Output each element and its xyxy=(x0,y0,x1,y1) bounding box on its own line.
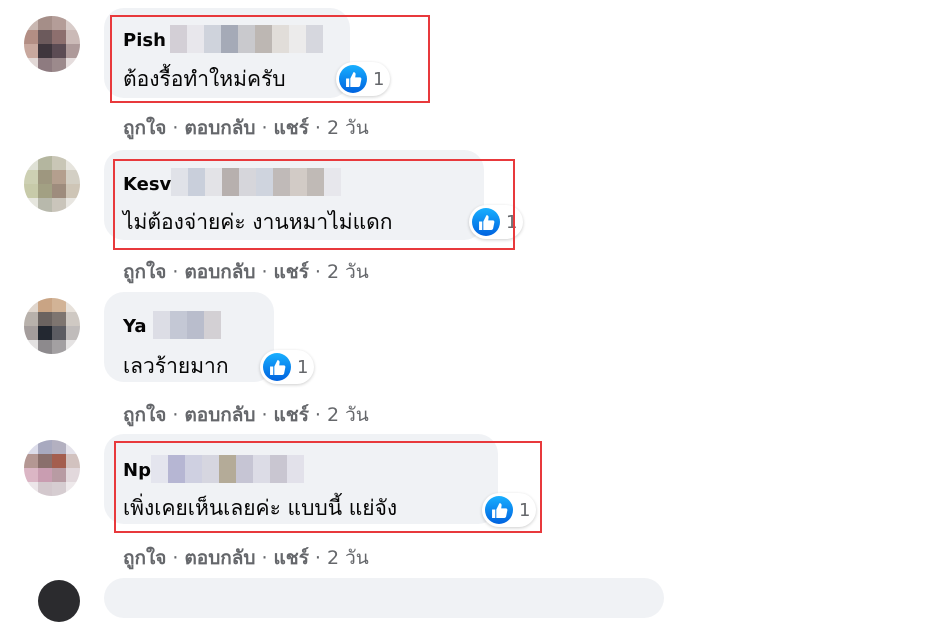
highlight-box xyxy=(114,441,542,533)
comment-actions: ถูกใจ · ตอบกลับ · แชร์ · 2 วัน xyxy=(123,547,369,569)
like-link[interactable]: ถูกใจ xyxy=(123,547,166,569)
reaction-summary[interactable]: 1 xyxy=(260,350,315,384)
share-link[interactable]: แชร์ xyxy=(274,547,309,569)
comment-actions: ถูกใจ · ตอบกลับ · แชร์ · 2 วัน xyxy=(123,117,369,139)
reply-link[interactable]: ตอบกลับ xyxy=(184,547,255,569)
timestamp[interactable]: 2 วัน xyxy=(327,547,369,569)
timestamp[interactable]: 2 วัน xyxy=(327,404,369,426)
comment-author[interactable]: Ya xyxy=(123,316,147,337)
avatar[interactable] xyxy=(24,440,80,496)
timestamp[interactable]: 2 วัน xyxy=(327,261,369,283)
blurred-name xyxy=(153,311,221,339)
share-link[interactable]: แชร์ xyxy=(274,261,309,283)
comment-actions: ถูกใจ · ตอบกลับ · แชร์ · 2 วัน xyxy=(123,404,369,426)
avatar[interactable] xyxy=(24,298,80,354)
avatar[interactable] xyxy=(38,580,80,622)
highlight-box xyxy=(113,159,515,250)
avatar[interactable] xyxy=(24,156,80,212)
highlight-box xyxy=(110,15,430,103)
share-link[interactable]: แชร์ xyxy=(274,117,309,139)
like-link[interactable]: ถูกใจ xyxy=(123,404,166,426)
like-link[interactable]: ถูกใจ xyxy=(123,117,166,139)
thumbs-up-icon xyxy=(263,353,291,381)
avatar[interactable] xyxy=(24,16,80,72)
reply-link[interactable]: ตอบกลับ xyxy=(184,261,255,283)
timestamp[interactable]: 2 วัน xyxy=(327,117,369,139)
comment-bubble xyxy=(104,578,664,618)
share-link[interactable]: แชร์ xyxy=(274,404,309,426)
reaction-count: 1 xyxy=(297,356,309,378)
reply-link[interactable]: ตอบกลับ xyxy=(184,404,255,426)
comment-actions: ถูกใจ · ตอบกลับ · แชร์ · 2 วัน xyxy=(123,261,369,283)
reply-link[interactable]: ตอบกลับ xyxy=(184,117,255,139)
like-link[interactable]: ถูกใจ xyxy=(123,261,166,283)
comment-text: เลวร้ายมาก xyxy=(123,354,229,378)
